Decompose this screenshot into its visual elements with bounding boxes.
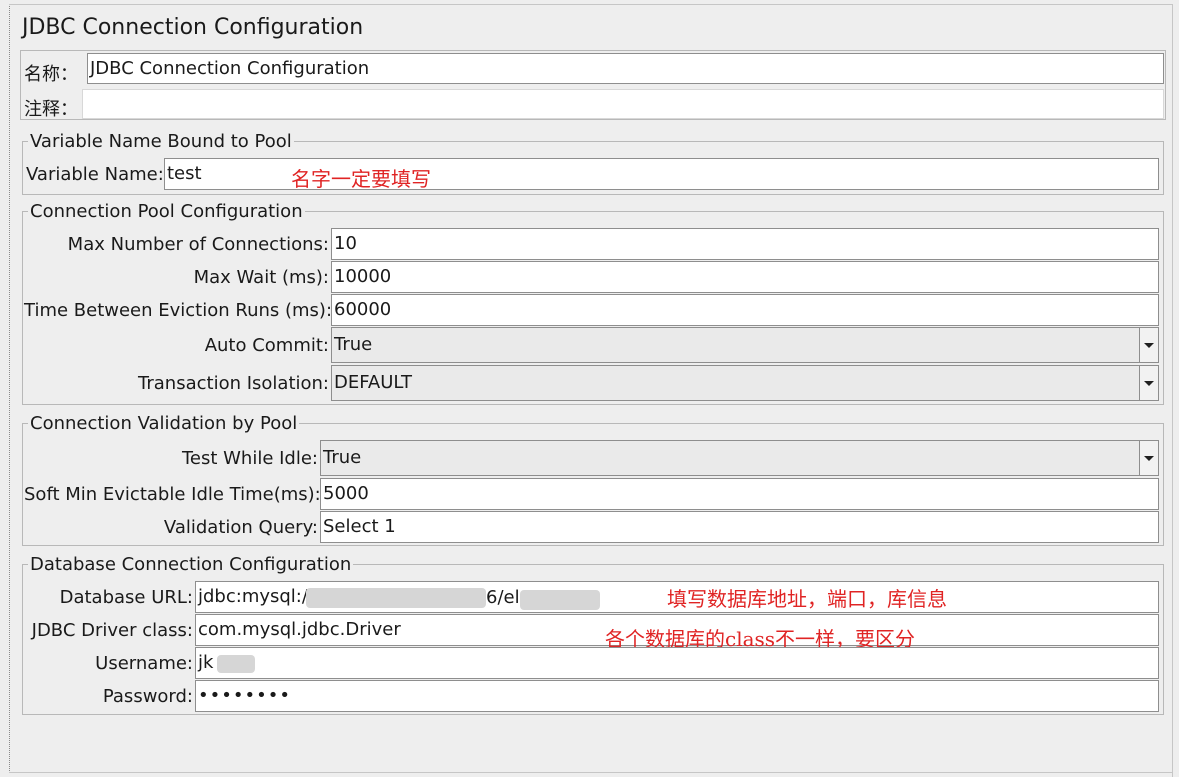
- redacted-host: [306, 588, 486, 608]
- eviction-runs-field[interactable]: 60000: [331, 294, 1159, 326]
- validation-query-label: Validation Query:: [163, 517, 318, 538]
- username-field[interactable]: jk: [195, 647, 1159, 679]
- eviction-runs-label: Time Between Eviction Runs (ms):: [24, 300, 333, 321]
- variable-group-title: Variable Name Bound to Pool: [28, 131, 294, 152]
- chevron-down-icon[interactable]: [1139, 328, 1158, 362]
- redacted-dbname: [520, 590, 600, 610]
- config-panel: JDBC Connection Configuration 名称： JDBC C…: [0, 0, 1179, 777]
- validation-group-title: Connection Validation by Pool: [28, 413, 300, 434]
- database-url-prefix: jdbc:mysql://: [198, 586, 314, 607]
- redacted-username: [217, 655, 255, 673]
- panel-title: JDBC Connection Configuration: [22, 15, 364, 40]
- transaction-isolation-label: Transaction Isolation:: [138, 373, 329, 394]
- soft-min-idle-label: Soft Min Evictable Idle Time(ms):: [24, 484, 321, 505]
- database-url-suffix: 6/el: [486, 587, 520, 608]
- transaction-isolation-select[interactable]: DEFAULT: [331, 365, 1159, 401]
- driver-class-label: JDBC Driver class:: [31, 620, 193, 641]
- comment-field[interactable]: [82, 89, 1164, 119]
- test-while-idle-value: True: [323, 447, 362, 468]
- name-label: 名称：: [24, 64, 78, 85]
- max-connections-field[interactable]: 10: [331, 228, 1159, 260]
- database-group-title: Database Connection Configuration: [28, 554, 354, 575]
- name-field[interactable]: JDBC Connection Configuration: [87, 53, 1164, 84]
- panel-border-bottom: [9, 772, 1173, 773]
- pool-group-title: Connection Pool Configuration: [28, 201, 305, 222]
- chevron-down-icon[interactable]: [1139, 441, 1158, 475]
- panel-border-right: [1172, 4, 1173, 777]
- panel-border-left: [9, 4, 10, 773]
- max-wait-field[interactable]: 10000: [331, 261, 1159, 293]
- validation-query-field[interactable]: Select 1: [320, 511, 1159, 543]
- password-label: Password:: [102, 686, 193, 707]
- max-connections-label: Max Number of Connections:: [67, 234, 329, 255]
- auto-commit-value: True: [334, 334, 373, 355]
- transaction-isolation-value: DEFAULT: [334, 372, 412, 393]
- auto-commit-label: Auto Commit:: [204, 335, 329, 356]
- soft-min-idle-field[interactable]: 5000: [320, 478, 1159, 510]
- variable-name-annotation: 名字一定要填写: [291, 167, 431, 191]
- test-while-idle-label: Test While Idle:: [181, 448, 318, 469]
- database-url-label: Database URL:: [59, 587, 193, 608]
- max-wait-label: Max Wait (ms):: [193, 267, 329, 288]
- database-url-annotation: 填写数据库地址，端口，库信息: [667, 587, 947, 611]
- chevron-down-icon[interactable]: [1139, 366, 1158, 400]
- comment-label: 注释：: [24, 99, 78, 120]
- password-field[interactable]: ••••••••: [195, 680, 1159, 712]
- auto-commit-select[interactable]: True: [331, 327, 1159, 363]
- panel-border-top: [9, 4, 1173, 5]
- username-label: Username:: [95, 653, 193, 674]
- test-while-idle-select[interactable]: True: [320, 440, 1159, 476]
- variable-name-label: Variable Name:: [26, 164, 164, 185]
